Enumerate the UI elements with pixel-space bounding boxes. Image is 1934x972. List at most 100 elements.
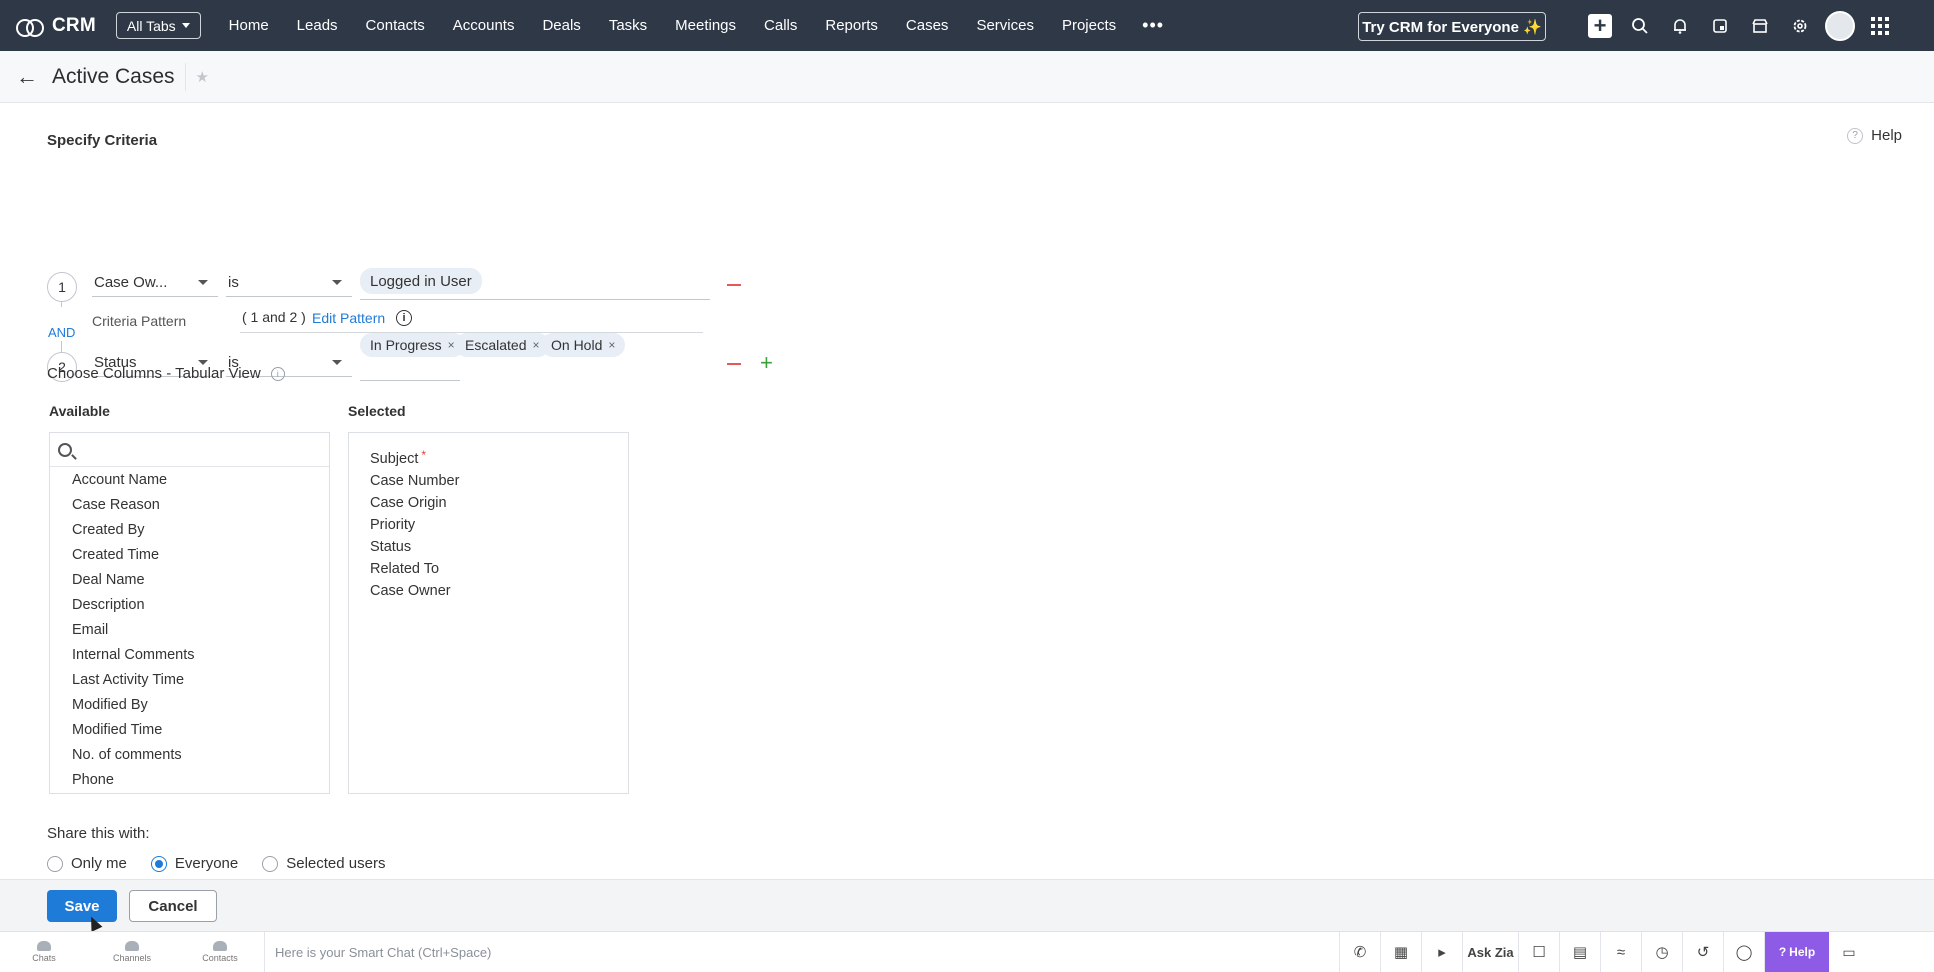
contacts-icon (213, 941, 227, 951)
user-profile-button[interactable] (1820, 0, 1860, 51)
available-columns-list[interactable]: Account Name Case Reason Created By Crea… (49, 432, 330, 794)
zoho-crm-logo-icon (16, 17, 44, 37)
notifications-bell-icon[interactable] (1660, 0, 1700, 51)
help-button[interactable]: ? Help (1765, 931, 1829, 972)
search-icon[interactable] (1620, 0, 1660, 51)
list-item[interactable]: Email (50, 617, 329, 642)
list-item[interactable]: Subject * (349, 448, 628, 470)
notes-icon[interactable]: ▤ (1560, 931, 1601, 972)
chevron-down-icon (332, 360, 342, 365)
share-option-everyone[interactable]: Everyone (150, 855, 238, 872)
info-icon[interactable]: i (270, 366, 285, 381)
share-option-selected-users[interactable]: Selected users (262, 855, 385, 872)
list-item[interactable]: Modified Time (50, 717, 329, 742)
list-item[interactable]: Created By (50, 517, 329, 542)
quick-create-button[interactable]: + (1580, 0, 1620, 51)
list-item[interactable]: Status (349, 536, 628, 558)
remove-criteria-row-1-icon[interactable] (727, 284, 741, 286)
tab-cases[interactable]: Cases (892, 0, 963, 51)
tab-deals[interactable]: Deals (528, 0, 594, 51)
list-item[interactable]: Case Origin (349, 492, 628, 514)
radio-button[interactable] (47, 855, 63, 872)
try-crm-everyone-button[interactable]: Try CRM for Everyone ✨ (1358, 12, 1546, 41)
tab-leads[interactable]: Leads (283, 0, 352, 51)
available-columns-search[interactable] (50, 433, 329, 467)
channels-label: Channels (112, 953, 152, 963)
favorite-star-icon[interactable]: ★ (196, 68, 209, 86)
list-item[interactable]: Phone (50, 767, 329, 792)
crm-logo[interactable]: CRM (16, 15, 96, 37)
tab-calls[interactable]: Calls (750, 0, 811, 51)
save-button[interactable]: Save (47, 890, 117, 922)
page-title: Active Cases (50, 62, 186, 91)
criteria-pattern-label: Criteria Pattern (92, 313, 187, 329)
tab-tasks[interactable]: Tasks (595, 0, 661, 51)
more-tabs-icon[interactable]: ••• (1130, 0, 1176, 51)
list-item[interactable]: No. of comments (50, 742, 329, 767)
list-item[interactable]: Case Owner (349, 580, 628, 602)
list-item[interactable]: Account Name (50, 467, 329, 492)
megaphone-icon[interactable]: ▸ (1422, 931, 1463, 972)
accessibility-icon[interactable]: ◯ (1724, 931, 1765, 972)
list-item[interactable]: Related To (349, 558, 628, 580)
list-item[interactable]: Case Reason (50, 492, 329, 517)
list-item[interactable]: Modified By (50, 692, 329, 717)
info-icon[interactable]: i (396, 310, 412, 326)
cancel-button[interactable]: Cancel (129, 890, 217, 922)
edit-pattern-link[interactable]: Edit Pattern (312, 310, 385, 326)
chats-button[interactable]: Chats (0, 932, 88, 972)
help-link[interactable]: ? Help (1847, 127, 1902, 144)
specify-criteria-title: Specify Criteria (47, 132, 158, 149)
view-editor: Specify Criteria ? Help 1 Case Ow... is … (0, 103, 1934, 879)
phone-icon[interactable]: ✆ (1340, 931, 1381, 972)
chevron-down-icon (198, 280, 208, 285)
apps-grid-icon[interactable] (1860, 0, 1900, 51)
criteria-connector-and[interactable]: AND (48, 325, 75, 340)
tab-accounts[interactable]: Accounts (439, 0, 529, 51)
tab-services[interactable]: Services (962, 0, 1048, 51)
list-item[interactable]: Internal Comments (50, 642, 329, 667)
back-arrow-icon[interactable]: ← (16, 64, 40, 90)
list-item[interactable]: Description (50, 592, 329, 617)
list-item[interactable]: Deal Name (50, 567, 329, 592)
share-option-only-me[interactable]: Only me (47, 855, 127, 872)
alarm-clock-icon[interactable]: ◷ (1642, 931, 1683, 972)
marketplace-icon[interactable] (1740, 0, 1780, 51)
remove-chip-icon[interactable]: × (608, 338, 615, 352)
zia-icon[interactable]: ≈ (1601, 931, 1642, 972)
ask-zia-button[interactable]: Ask Zia (1463, 931, 1519, 972)
collapse-icon[interactable]: ▭ (1829, 932, 1869, 972)
remove-chip-icon[interactable]: × (448, 338, 455, 352)
history-icon[interactable]: ↺ (1683, 931, 1724, 972)
tab-meetings[interactable]: Meetings (661, 0, 750, 51)
tab-projects[interactable]: Projects (1048, 0, 1130, 51)
remove-chip-icon[interactable]: × (532, 338, 539, 352)
signals-icon[interactable]: ☐ (1519, 931, 1560, 972)
list-item[interactable]: Created Time (50, 542, 329, 567)
tab-reports[interactable]: Reports (811, 0, 892, 51)
radio-button[interactable] (262, 855, 279, 872)
add-criteria-icon[interactable]: + (760, 352, 773, 374)
list-item[interactable]: Case Number (349, 470, 628, 492)
all-tabs-dropdown[interactable]: All Tabs (115, 12, 201, 39)
smart-chat-input[interactable]: Here is your Smart Chat (Ctrl+Space) (264, 931, 1340, 972)
value-chip-on-hold: On Hold × (541, 333, 626, 357)
contact-card-icon[interactable]: ▦ (1381, 931, 1422, 972)
criteria-row-1-field-select[interactable]: Case Ow... (92, 269, 218, 297)
radio-button[interactable] (150, 855, 167, 872)
selected-columns-list[interactable]: Subject * Case Number Case Origin Priori… (348, 432, 629, 794)
all-tabs-label: All Tabs (126, 17, 176, 34)
calendar-icon[interactable] (1700, 0, 1740, 51)
settings-gear-icon[interactable] (1780, 0, 1820, 51)
channels-button[interactable]: Channels (88, 932, 176, 972)
bottom-bar: Chats Channels Contacts Here is your Sma… (0, 931, 1934, 972)
contacts-button[interactable]: Contacts (176, 932, 264, 972)
remove-criteria-row-2-icon[interactable] (727, 363, 741, 365)
tab-home[interactable]: Home (215, 0, 283, 51)
channels-icon (125, 941, 139, 951)
tab-contacts[interactable]: Contacts (352, 0, 439, 51)
list-item[interactable]: Priority (349, 514, 628, 536)
available-columns-heading: Available (49, 403, 110, 419)
list-item[interactable]: Last Activity Time (50, 667, 329, 692)
criteria-row-1-operator-select[interactable]: is (226, 269, 352, 297)
